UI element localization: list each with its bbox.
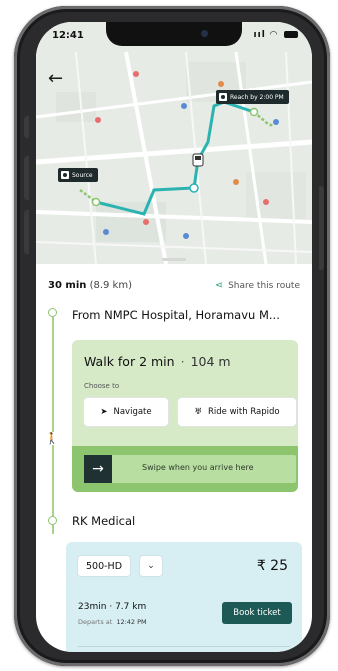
rapido-bike-icon: ♅ bbox=[194, 407, 202, 417]
route-dropdown-chevron-icon[interactable]: ⌄ bbox=[140, 556, 162, 576]
from-stop-title: From NMPC Hospital, Horamavu M... bbox=[72, 308, 280, 322]
swipe-track[interactable]: → Swipe when you arrive here bbox=[84, 455, 296, 483]
status-time: 12:41 bbox=[52, 30, 84, 41]
bus-ride-info: 23min · 7.7 km bbox=[78, 602, 146, 612]
swipe-label: Swipe when you arrive here bbox=[142, 463, 254, 472]
phone-screen: 12:41 ııl ◠ ← Reach by 2:00 PM Source 30… bbox=[36, 22, 312, 652]
walk-distance: 104 m bbox=[190, 354, 231, 369]
book-ticket-button[interactable]: Book ticket bbox=[222, 602, 292, 624]
route-summary: 30 min (8.9 km) bbox=[48, 280, 132, 291]
wifi-icon: ◠ bbox=[269, 30, 278, 40]
walk-separator: · bbox=[180, 354, 185, 369]
back-arrow-icon[interactable]: ← bbox=[48, 70, 63, 88]
mute-switch bbox=[24, 116, 29, 138]
navigate-label: Navigate bbox=[113, 407, 152, 417]
transfer-stop-dot bbox=[48, 516, 57, 525]
camera-icon bbox=[201, 30, 208, 37]
route-timeline bbox=[52, 314, 54, 534]
volume-down-button bbox=[24, 210, 29, 254]
route-duration: 30 min bbox=[48, 280, 87, 291]
bus-fare: ₹ 25 bbox=[256, 558, 288, 574]
phone-notch bbox=[106, 22, 242, 46]
share-route-label: Share this route bbox=[228, 280, 300, 291]
destination-tag: Reach by 2:00 PM bbox=[216, 90, 289, 104]
walk-duration: Walk for 2 min bbox=[84, 354, 175, 369]
route-distance: (8.9 km) bbox=[89, 280, 132, 291]
navigation-arrow-icon: ➤ bbox=[100, 407, 108, 417]
navigate-button[interactable]: ➤ Navigate bbox=[84, 398, 168, 426]
destination-pin-icon bbox=[219, 93, 227, 101]
map-canvas bbox=[36, 22, 312, 264]
departs-time: 12:42 PM bbox=[116, 618, 147, 626]
bus-ride-distance: 7.7 km bbox=[115, 602, 147, 612]
walk-step-title: Walk for 2 min · 104 m bbox=[84, 354, 231, 369]
bus-route-chip[interactable]: 500-HD bbox=[78, 556, 131, 576]
route-map[interactable]: 12:41 ııl ◠ ← Reach by 2:00 PM Source bbox=[36, 22, 312, 264]
swipe-arrival-bar: → Swipe when you arrive here bbox=[72, 446, 298, 492]
bus-ride-duration: 23min bbox=[78, 602, 107, 612]
share-icon: ⋖ bbox=[214, 280, 224, 291]
swipe-arrow-icon[interactable]: → bbox=[84, 455, 112, 483]
bus-departure: Departs at 12:42 PM bbox=[78, 618, 147, 626]
walking-person-icon: 🚶 bbox=[45, 432, 59, 445]
source-pin-icon bbox=[61, 171, 69, 179]
destination-tag-label: Reach by 2:00 PM bbox=[230, 93, 284, 101]
share-route-button[interactable]: ⋖ Share this route bbox=[215, 280, 300, 291]
choose-label: Choose to bbox=[84, 382, 120, 390]
signal-icon: ııl bbox=[253, 30, 266, 40]
battery-icon bbox=[284, 31, 298, 38]
next-stop-title: RK Medical bbox=[72, 514, 136, 528]
departs-label: Departs at bbox=[78, 618, 113, 626]
bus-step-card: 500-HD ⌄ ₹ 25 23min · 7.7 km Departs at 1… bbox=[66, 542, 302, 652]
bus-ride-separator: · bbox=[109, 602, 113, 612]
ride-with-rapido-button[interactable]: ♅ Ride with Rapido bbox=[178, 398, 296, 426]
rapido-label: Ride with Rapido bbox=[208, 407, 280, 417]
start-stop-dot bbox=[48, 308, 57, 317]
volume-up-button bbox=[24, 156, 29, 200]
source-tag: Source bbox=[58, 168, 98, 182]
walk-step-card: Walk for 2 min · 104 m Choose to ➤ Navigat… bbox=[72, 340, 298, 492]
power-button bbox=[319, 186, 324, 270]
sheet-drag-handle[interactable] bbox=[162, 258, 186, 261]
status-icons: ııl ◠ bbox=[254, 30, 298, 40]
bus-card-divider bbox=[78, 646, 290, 647]
source-tag-label: Source bbox=[72, 171, 93, 179]
